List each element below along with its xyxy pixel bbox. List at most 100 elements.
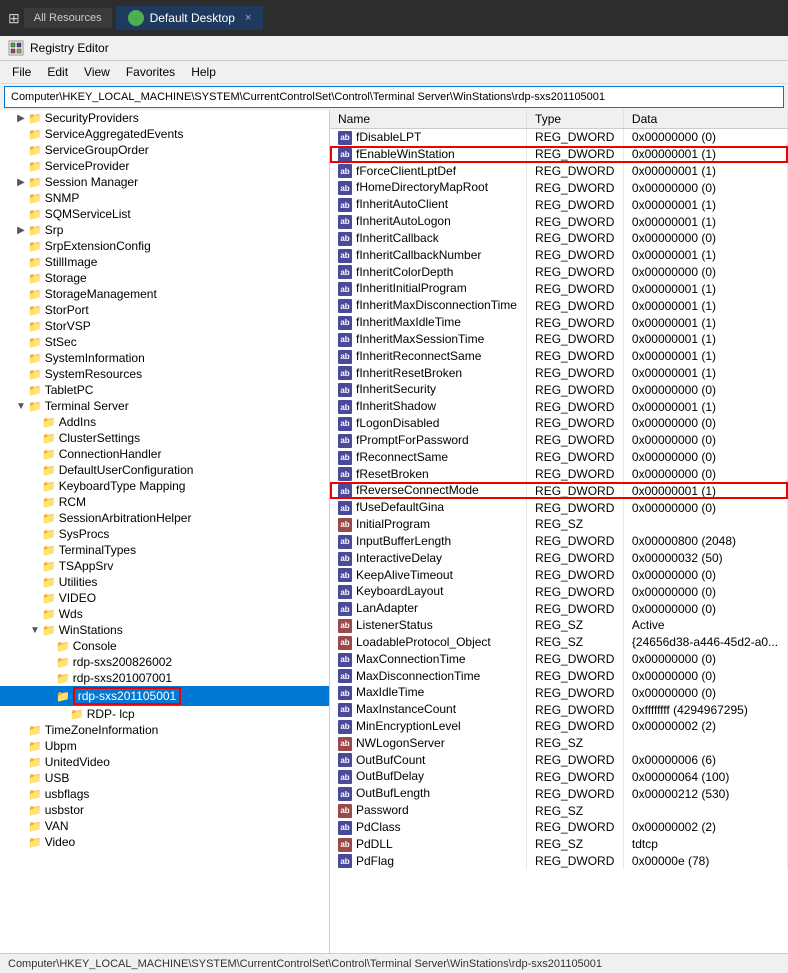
tree-item[interactable]: 📁StSec <box>0 334 329 350</box>
table-row[interactable]: abLanAdapterREG_DWORD0x00000000 (0) <box>330 600 788 617</box>
table-row[interactable]: abfInheritInitialProgramREG_DWORD0x00000… <box>330 280 788 297</box>
tree-item[interactable]: 📁rdp-sxs200826002 <box>0 654 329 670</box>
tree-item[interactable]: 📁TerminalTypes <box>0 542 329 558</box>
table-row[interactable]: abfInheritAutoLogonREG_DWORD0x00000001 (… <box>330 213 788 230</box>
tree-item[interactable]: 📁VAN <box>0 818 329 834</box>
tree-arrow[interactable]: ▶ <box>14 225 28 236</box>
tree-item[interactable]: ▶📁Session Manager <box>0 174 329 190</box>
table-row[interactable]: abInitialProgramREG_SZ <box>330 516 788 533</box>
tree-item[interactable]: 📁USB <box>0 770 329 786</box>
tree-item[interactable]: 📁VIDEO <box>0 590 329 606</box>
tree-item[interactable]: ▼📁WinStations <box>0 622 329 638</box>
tree-arrow[interactable]: ▶ <box>14 113 28 124</box>
table-row[interactable]: abfInheritAutoClientREG_DWORD0x00000001 … <box>330 196 788 213</box>
menu-help[interactable]: Help <box>183 63 224 81</box>
table-row[interactable]: abKeyboardLayoutREG_DWORD0x00000000 (0) <box>330 583 788 600</box>
table-row[interactable]: abfReconnectSameREG_DWORD0x00000000 (0) <box>330 449 788 466</box>
table-row[interactable]: abInputBufferLengthREG_DWORD0x00000800 (… <box>330 533 788 550</box>
tree-item[interactable]: 📁ServiceGroupOrder <box>0 142 329 158</box>
table-row[interactable]: abNWLogonServerREG_SZ <box>330 735 788 752</box>
tree-item[interactable]: 📁SystemResources <box>0 366 329 382</box>
tree-item[interactable]: 📁Console <box>0 638 329 654</box>
menu-favorites[interactable]: Favorites <box>118 63 183 81</box>
tree-item[interactable]: 📁TSAppSrv <box>0 558 329 574</box>
table-row[interactable]: abfReverseConnectModeREG_DWORD0x00000001… <box>330 482 788 499</box>
table-row[interactable]: abfInheritCallbackNumberREG_DWORD0x00000… <box>330 247 788 264</box>
table-row[interactable]: abfInheritMaxIdleTimeREG_DWORD0x00000001… <box>330 314 788 331</box>
tree-item[interactable]: 📁Ubpm <box>0 738 329 754</box>
tree-item[interactable]: 📁ServiceProvider <box>0 158 329 174</box>
tree-item[interactable]: 📁SNMP <box>0 190 329 206</box>
menu-view[interactable]: View <box>76 63 118 81</box>
tree-item[interactable]: ▼📁Terminal Server <box>0 398 329 414</box>
table-row[interactable]: abOutBufCountREG_DWORD0x00000006 (6) <box>330 752 788 769</box>
table-row[interactable]: abfInheritResetBrokenREG_DWORD0x00000001… <box>330 365 788 382</box>
table-header-name[interactable]: Name <box>330 110 527 129</box>
tree-arrow[interactable]: ▶ <box>14 177 28 188</box>
tree-item[interactable]: 📁TabletPC <box>0 382 329 398</box>
tree-item[interactable]: 📁usbstor <box>0 802 329 818</box>
tree-item[interactable]: 📁usbflags <box>0 786 329 802</box>
tree-item[interactable]: 📁KeyboardType Mapping <box>0 478 329 494</box>
table-header-data[interactable]: Data <box>623 110 787 129</box>
table-row[interactable]: abOutBufLengthREG_DWORD0x00000212 (530) <box>330 785 788 802</box>
table-row[interactable]: abfDisableLPTREG_DWORD0x00000000 (0) <box>330 129 788 146</box>
table-row[interactable]: abfInheritColorDepthREG_DWORD0x00000000 … <box>330 264 788 281</box>
table-row[interactable]: abOutBufDelayREG_DWORD0x00000064 (100) <box>330 768 788 785</box>
table-row[interactable]: abMaxIdleTimeREG_DWORD0x00000000 (0) <box>330 684 788 701</box>
tree-item[interactable]: 📁UnitedVideo <box>0 754 329 770</box>
tree-item[interactable]: 📁StillImage <box>0 254 329 270</box>
tree-item[interactable]: 📁rdp-sxs201105001 <box>0 686 329 706</box>
table-row[interactable]: abMaxInstanceCountREG_DWORD0xffffffff (4… <box>330 701 788 718</box>
tree-item[interactable]: 📁TimeZoneInformation <box>0 722 329 738</box>
all-resources-tab[interactable]: All Resources <box>24 8 112 28</box>
table-row[interactable]: abInteractiveDelayREG_DWORD0x00000032 (5… <box>330 550 788 567</box>
table-row[interactable]: abMinEncryptionLevelREG_DWORD0x00000002 … <box>330 718 788 735</box>
table-row[interactable]: abListenerStatusREG_SZActive <box>330 617 788 634</box>
tree-item[interactable]: 📁SQMServiceList <box>0 206 329 222</box>
tree-item[interactable]: 📁AddIns <box>0 414 329 430</box>
tree-panel[interactable]: ▶📁SecurityProviders 📁ServiceAggregatedEv… <box>0 110 330 953</box>
table-row[interactable]: abfEnableWinStationREG_DWORD0x00000001 (… <box>330 146 788 163</box>
default-desktop-tab[interactable]: Default Desktop × <box>116 6 264 30</box>
address-bar[interactable]: Computer\HKEY_LOCAL_MACHINE\SYSTEM\Curre… <box>4 86 784 108</box>
tree-item[interactable]: 📁SystemInformation <box>0 350 329 366</box>
tree-item[interactable]: 📁RDP- lcp <box>0 706 329 722</box>
tree-item[interactable]: 📁Storage <box>0 270 329 286</box>
tree-item[interactable]: ▶📁SecurityProviders <box>0 110 329 126</box>
table-header-type[interactable]: Type <box>527 110 624 129</box>
table-row[interactable]: abfInheritReconnectSameREG_DWORD0x000000… <box>330 348 788 365</box>
table-row[interactable]: abfForceClientLptDefREG_DWORD0x00000001 … <box>330 163 788 180</box>
tree-item[interactable]: 📁ServiceAggregatedEvents <box>0 126 329 142</box>
tree-item[interactable]: 📁StorVSP <box>0 318 329 334</box>
table-row[interactable]: abMaxDisconnectionTimeREG_DWORD0x0000000… <box>330 668 788 685</box>
tree-item[interactable]: ▶📁Srp <box>0 222 329 238</box>
tree-item[interactable]: 📁SysProcs <box>0 526 329 542</box>
table-row[interactable]: abPdFlagREG_DWORD0x00000e (78) <box>330 853 788 870</box>
tree-item[interactable]: 📁DefaultUserConfiguration <box>0 462 329 478</box>
table-row[interactable]: abPdClassREG_DWORD0x00000002 (2) <box>330 819 788 836</box>
tree-item[interactable]: 📁Video <box>0 834 329 850</box>
table-row[interactable]: abfInheritShadowREG_DWORD0x00000001 (1) <box>330 398 788 415</box>
table-row[interactable]: abfInheritCallbackREG_DWORD0x00000000 (0… <box>330 230 788 247</box>
menu-edit[interactable]: Edit <box>39 63 76 81</box>
table-row[interactable]: abLoadableProtocol_ObjectREG_SZ{24656d38… <box>330 634 788 651</box>
tree-item[interactable]: 📁StorageManagement <box>0 286 329 302</box>
table-row[interactable]: abfLogonDisabledREG_DWORD0x00000000 (0) <box>330 415 788 432</box>
tree-item[interactable]: 📁Wds <box>0 606 329 622</box>
tree-item[interactable]: 📁RCM <box>0 494 329 510</box>
tree-item[interactable]: 📁SrpExtensionConfig <box>0 238 329 254</box>
table-row[interactable]: abMaxConnectionTimeREG_DWORD0x00000000 (… <box>330 651 788 668</box>
tree-item[interactable]: 📁rdp-sxs201007001 <box>0 670 329 686</box>
table-row[interactable]: abfInheritMaxDisconnectionTimeREG_DWORD0… <box>330 297 788 314</box>
table-row[interactable]: abfUseDefaultGinaREG_DWORD0x00000000 (0) <box>330 499 788 516</box>
data-panel[interactable]: NameTypeDataabfDisableLPTREG_DWORD0x0000… <box>330 110 788 953</box>
table-row[interactable]: abPasswordREG_SZ <box>330 802 788 819</box>
menu-file[interactable]: File <box>4 63 39 81</box>
table-row[interactable]: abfResetBrokenREG_DWORD0x00000000 (0) <box>330 466 788 483</box>
close-tab-button[interactable]: × <box>245 12 251 24</box>
table-row[interactable]: abfHomeDirectoryMapRootREG_DWORD0x000000… <box>330 179 788 196</box>
tree-arrow[interactable]: ▼ <box>28 625 42 636</box>
table-row[interactable]: abfPromptForPasswordREG_DWORD0x00000000 … <box>330 432 788 449</box>
tree-item[interactable]: 📁ClusterSettings <box>0 430 329 446</box>
